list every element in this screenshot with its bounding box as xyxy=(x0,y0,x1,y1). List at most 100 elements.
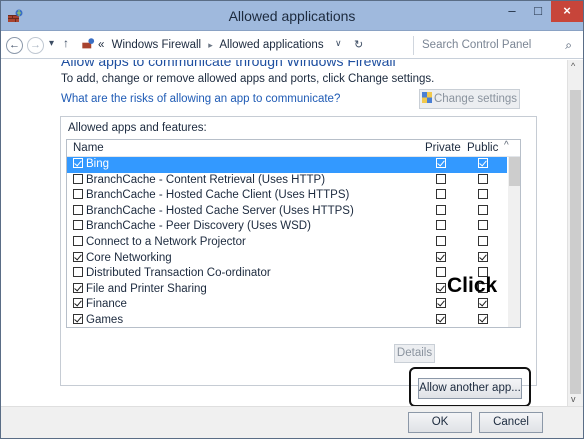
app-row[interactable]: Core Networking xyxy=(67,251,507,267)
cancel-button[interactable]: Cancel xyxy=(479,412,543,433)
app-row[interactable]: Finance xyxy=(67,297,507,313)
private-cell xyxy=(436,235,449,251)
private-checkbox[interactable] xyxy=(436,251,446,262)
search-icon[interactable]: ⌕ xyxy=(565,36,572,55)
private-checkbox[interactable] xyxy=(436,189,446,200)
app-name-label: BranchCache - Hosted Cache Client (Uses … xyxy=(86,189,350,202)
app-enabled-checkbox[interactable] xyxy=(73,220,83,231)
public-checkbox[interactable] xyxy=(478,235,488,246)
app-row[interactable]: Connect to a Network Projector xyxy=(67,235,507,251)
allowed-applications-window: Allowed applications – □ × ← → ▾ ↑ « Win… xyxy=(0,0,584,439)
private-checkbox[interactable] xyxy=(436,235,446,246)
public-cell xyxy=(478,219,491,235)
app-row[interactable]: Distributed Transaction Co-ordinator xyxy=(67,266,507,282)
app-enabled-checkbox[interactable] xyxy=(73,251,83,262)
page-scrollbar-thumb[interactable] xyxy=(570,90,581,394)
app-name-label: Distributed Transaction Co-ordinator xyxy=(86,267,271,280)
app-name: File and Printer Sharing xyxy=(73,282,207,298)
change-settings-button[interactable]: Change settings xyxy=(419,89,520,109)
app-name-label: BranchCache - Hosted Cache Server (Uses … xyxy=(86,204,354,217)
maximize-button[interactable]: □ xyxy=(525,1,551,22)
public-cell xyxy=(478,173,491,189)
firewall-icon xyxy=(82,38,95,49)
public-checkbox[interactable] xyxy=(478,158,488,168)
app-enabled-checkbox[interactable] xyxy=(73,204,83,215)
list-scrollbar-thumb[interactable] xyxy=(509,157,520,186)
page-scrollbar[interactable]: ^ v xyxy=(567,60,583,406)
title-bar[interactable]: Allowed applications – □ × xyxy=(1,1,583,31)
column-private[interactable]: Private xyxy=(425,142,461,154)
app-enabled-checkbox[interactable] xyxy=(73,313,83,324)
private-checkbox[interactable] xyxy=(436,313,446,324)
app-enabled-checkbox[interactable] xyxy=(73,173,83,184)
list-scrollbar[interactable] xyxy=(508,157,520,327)
recent-locations-icon[interactable]: ▾ xyxy=(49,38,54,49)
breadcrumb-item-windows-firewall[interactable]: Windows Firewall xyxy=(112,39,201,51)
sort-arrow-icon: ^ xyxy=(504,140,509,151)
public-checkbox[interactable] xyxy=(478,189,488,200)
private-cell xyxy=(436,157,449,173)
app-row[interactable]: BranchCache - Content Retrieval (Uses HT… xyxy=(67,173,507,189)
address-dropdown-icon[interactable]: ∨ xyxy=(335,38,342,49)
search-input[interactable]: Search Control Panel ⌕ xyxy=(413,36,578,55)
minimize-button[interactable]: – xyxy=(499,1,525,22)
details-button[interactable]: Details xyxy=(394,344,435,363)
list-header: Name Private Public ^ xyxy=(67,140,520,157)
scroll-up-icon[interactable]: ^ xyxy=(571,61,575,71)
app-name: Distributed Transaction Co-ordinator xyxy=(73,266,271,282)
app-name-label: Connect to a Network Projector xyxy=(86,235,246,248)
private-checkbox[interactable] xyxy=(436,220,446,231)
public-cell xyxy=(478,251,491,267)
private-checkbox[interactable] xyxy=(436,173,446,184)
app-name-label: File and Printer Sharing xyxy=(86,282,207,295)
allowed-apps-list[interactable]: Name Private Public ^ Bing BranchCache - … xyxy=(66,139,521,328)
private-checkbox[interactable] xyxy=(436,158,446,168)
public-checkbox[interactable] xyxy=(478,251,488,262)
app-row[interactable]: BranchCache - Peer Discovery (Uses WSD) xyxy=(67,219,507,235)
public-checkbox[interactable] xyxy=(478,204,488,215)
app-enabled-checkbox[interactable] xyxy=(73,189,83,200)
app-enabled-checkbox[interactable] xyxy=(73,267,83,278)
app-row[interactable]: File and Printer Sharing xyxy=(67,282,507,298)
app-row[interactable]: Games xyxy=(67,313,507,327)
window-title: Allowed applications xyxy=(228,8,356,24)
private-cell xyxy=(436,251,449,267)
public-cell xyxy=(478,313,491,327)
private-cell xyxy=(436,313,449,327)
column-public[interactable]: Public xyxy=(467,142,498,154)
public-cell xyxy=(478,235,491,251)
private-checkbox[interactable] xyxy=(436,204,446,215)
private-cell xyxy=(436,297,449,313)
close-button[interactable]: × xyxy=(551,1,583,22)
public-checkbox[interactable] xyxy=(478,220,488,231)
scroll-down-icon[interactable]: v xyxy=(571,394,576,404)
risks-link[interactable]: What are the risks of allowing an app to… xyxy=(61,93,340,105)
app-name: Games xyxy=(73,313,124,327)
app-enabled-checkbox[interactable] xyxy=(73,235,83,246)
page-heading: Allow apps to communicate through Window… xyxy=(61,60,396,69)
app-enabled-checkbox[interactable] xyxy=(73,282,83,293)
public-checkbox[interactable] xyxy=(478,173,488,184)
app-row[interactable]: BranchCache - Hosted Cache Server (Uses … xyxy=(67,204,507,220)
app-row[interactable]: BranchCache - Hosted Cache Client (Uses … xyxy=(67,188,507,204)
public-checkbox[interactable] xyxy=(478,298,488,309)
forward-button[interactable]: → xyxy=(27,37,44,54)
refresh-icon[interactable]: ↻ xyxy=(354,38,363,51)
allow-another-app-button[interactable]: Allow another app... xyxy=(418,378,522,399)
public-checkbox[interactable] xyxy=(478,313,488,324)
app-enabled-checkbox[interactable] xyxy=(73,298,83,309)
up-button[interactable]: ↑ xyxy=(63,36,69,50)
search-placeholder: Search Control Panel xyxy=(422,39,532,51)
column-name[interactable]: Name xyxy=(73,142,104,154)
app-enabled-checkbox[interactable] xyxy=(73,158,83,168)
ok-button[interactable]: OK xyxy=(408,412,472,433)
breadcrumb-item-allowed-applications[interactable]: Allowed applications xyxy=(219,39,323,51)
allowed-apps-label: Allowed apps and features: xyxy=(68,122,207,134)
app-name-label: Games xyxy=(86,313,124,326)
private-checkbox[interactable] xyxy=(436,282,446,293)
private-checkbox[interactable] xyxy=(436,298,446,309)
app-row[interactable]: Bing xyxy=(67,157,507,173)
app-name-label: Core Networking xyxy=(86,251,172,264)
back-button[interactable]: ← xyxy=(6,37,23,54)
private-checkbox[interactable] xyxy=(436,267,446,278)
